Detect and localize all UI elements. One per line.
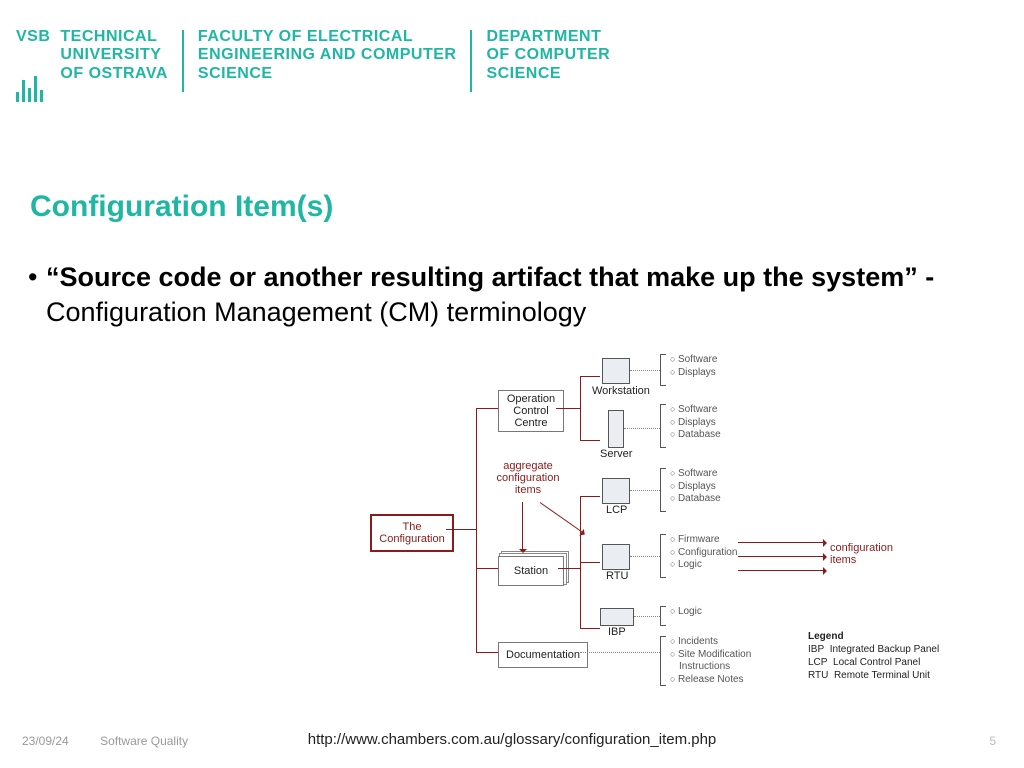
- lcp-list: SoftwareDisplaysDatabase: [670, 468, 721, 506]
- connector: [580, 376, 581, 440]
- ibp-list: Logic: [670, 606, 702, 619]
- connector: [580, 376, 600, 377]
- bracket: [660, 606, 666, 626]
- source-url: http://www.chambers.com.au/glossary/conf…: [0, 731, 1024, 748]
- configuration-diagram: The Configuration Operation Control Cent…: [370, 352, 970, 692]
- connector: [558, 568, 580, 569]
- connector: [630, 490, 660, 491]
- server-list: SoftwareDisplaysDatabase: [670, 404, 721, 442]
- bullet-text: “Source code or another resulting artifa…: [46, 260, 994, 330]
- institution-header: VSB TECHNICAL UNIVERSITY OF OSTRAVA FACU…: [16, 28, 610, 102]
- connector: [476, 652, 498, 653]
- arrow: [540, 502, 585, 534]
- connector: [580, 440, 600, 441]
- bars-icon: [16, 72, 50, 102]
- department-text: DEPARTMENT OF COMPUTER SCIENCE: [486, 28, 610, 83]
- workstation-label: Workstation: [592, 385, 650, 397]
- arrow: [738, 570, 826, 571]
- doc-box: Documentation: [498, 642, 588, 668]
- vsb-text: VSB: [16, 28, 50, 102]
- arrow: [738, 542, 826, 543]
- bracket: [660, 636, 666, 686]
- lcp-icon: [602, 478, 630, 504]
- occ-box: Operation Control Centre: [498, 390, 564, 432]
- doc-list: Incidents Site Modification Instructions…: [670, 636, 760, 686]
- connector: [580, 652, 660, 653]
- workstation-icon: [602, 358, 630, 384]
- ibp-icon: [600, 608, 634, 626]
- slide-title: Configuration Item(s): [30, 190, 333, 224]
- page-number: 5: [989, 734, 996, 748]
- connector: [476, 408, 498, 409]
- connector: [580, 628, 600, 629]
- lcp-label: LCP: [606, 504, 627, 516]
- connector: [476, 408, 477, 652]
- divider: [470, 30, 472, 92]
- bullet-rest: Configuration Management (CM) terminolog…: [46, 297, 586, 327]
- connector: [446, 529, 476, 530]
- vsb-logo-block: VSB TECHNICAL UNIVERSITY OF OSTRAVA: [16, 28, 168, 102]
- connector: [624, 428, 660, 429]
- ibp-label: IBP: [608, 626, 626, 638]
- bullet-bold: “Source code or another resulting artifa…: [46, 262, 934, 292]
- arrow: [738, 556, 826, 557]
- legend: Legend IBP Integrated Backup Panel LCP L…: [808, 630, 939, 682]
- connector: [476, 568, 498, 569]
- bracket: [660, 534, 666, 578]
- connector: [580, 496, 600, 497]
- connector: [580, 562, 600, 563]
- university-text: TECHNICAL UNIVERSITY OF OSTRAVA: [60, 28, 168, 83]
- server-icon: [608, 410, 624, 448]
- station-box: Station: [498, 556, 564, 586]
- bracket: [660, 354, 666, 386]
- bracket: [660, 468, 666, 512]
- rtu-icon: [602, 544, 630, 570]
- connector: [630, 370, 660, 371]
- ws-list: SoftwareDisplays: [670, 354, 717, 379]
- connector: [634, 616, 660, 617]
- connector: [630, 556, 660, 557]
- bracket: [660, 404, 666, 448]
- root-box: The Configuration: [370, 514, 454, 552]
- aggregate-label: aggregate configuration items: [488, 460, 568, 496]
- rtu-label: RTU: [606, 570, 628, 582]
- connector: [556, 408, 580, 409]
- server-label: Server: [600, 448, 632, 460]
- ci-label: configuration items: [830, 542, 893, 566]
- arrow: [522, 502, 523, 552]
- divider: [182, 30, 184, 92]
- faculty-text: FACULTY OF ELECTRICAL ENGINEERING AND CO…: [198, 28, 457, 83]
- rtu-list: FirmwareConfigurationLogic: [670, 534, 737, 572]
